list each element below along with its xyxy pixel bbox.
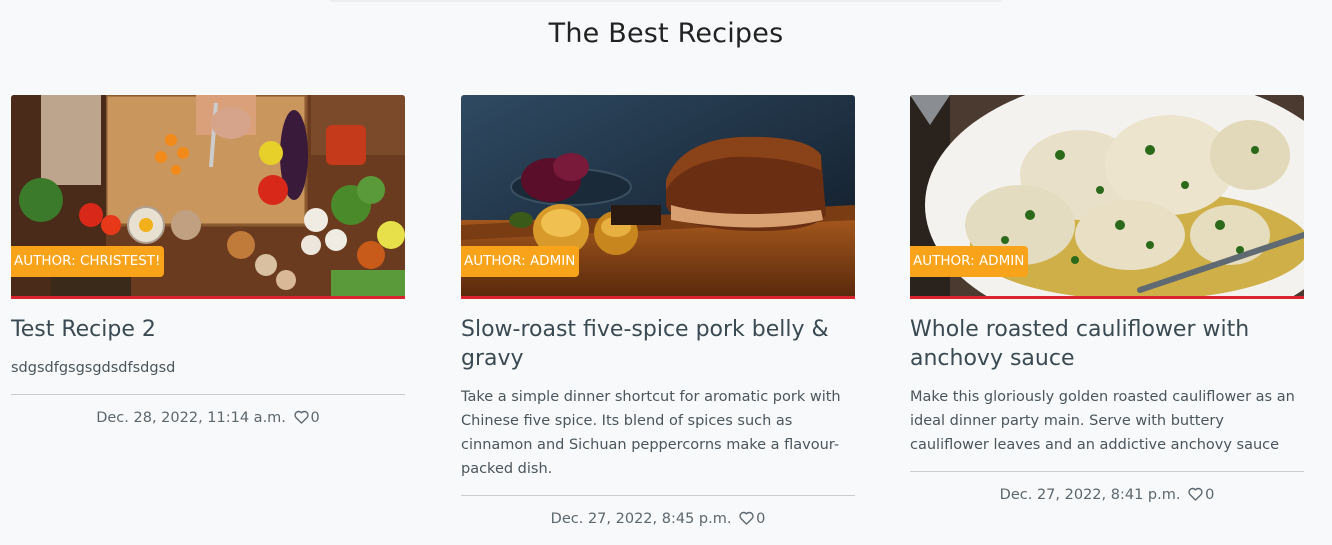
author-badge: AUTHOR: ADMIN: [461, 246, 580, 277]
recipe-meta: Dec. 27, 2022, 8:45 p.m. 0: [461, 511, 855, 529]
recipe-card[interactable]: AUTHOR: CHRISTEST! Test Recipe 2 sdgsdfg…: [11, 95, 405, 428]
heart-icon[interactable]: [293, 410, 309, 428]
heart-icon[interactable]: [1188, 487, 1203, 505]
recipe-meta: Dec. 27, 2022, 8:41 p.m. 0: [910, 487, 1304, 505]
recipe-date: Dec. 27, 2022, 8:45 p.m.: [550, 511, 732, 527]
recipe-image[interactable]: AUTHOR: ADMIN: [910, 95, 1304, 299]
recipe-description: sdgsdfgsgsgdsdfsdgsd: [11, 360, 176, 376]
recipe-card[interactable]: AUTHOR: ADMIN Whole roasted cauliflower …: [910, 95, 1304, 505]
recipe-image[interactable]: AUTHOR: ADMIN: [461, 95, 855, 299]
heart-icon[interactable]: [739, 511, 754, 529]
recipe-image[interactable]: AUTHOR: CHRISTEST!: [11, 95, 405, 299]
recipe-description: Take a simple dinner shortcut for aromat…: [461, 389, 841, 477]
like-count: 0: [756, 511, 766, 527]
recipe-description: Make this gloriously golden roasted caul…: [910, 389, 1295, 453]
recipe-meta: Dec. 28, 2022, 11:14 a.m. 0: [11, 410, 405, 428]
card-divider: [11, 394, 405, 395]
page-title: The Best Recipes: [548, 18, 784, 49]
recipe-date: Dec. 27, 2022, 8:41 p.m.: [999, 487, 1181, 503]
recipe-title[interactable]: Whole roasted cauliflower with anchovy s…: [910, 315, 1304, 373]
card-divider: [910, 471, 1304, 472]
recipe-title[interactable]: Test Recipe 2: [11, 315, 405, 344]
card-divider: [461, 495, 855, 496]
like-count: 0: [1205, 487, 1215, 503]
top-divider: [330, 0, 1002, 2]
recipe-title[interactable]: Slow-roast five-spice pork belly & gravy: [461, 315, 855, 373]
like-count: 0: [310, 410, 320, 426]
recipe-date: Dec. 28, 2022, 11:14 a.m.: [96, 410, 286, 426]
author-badge: AUTHOR: ADMIN: [910, 246, 1029, 277]
recipe-card[interactable]: AUTHOR: ADMIN Slow-roast five-spice pork…: [461, 95, 855, 529]
author-badge: AUTHOR: CHRISTEST!: [11, 246, 165, 277]
